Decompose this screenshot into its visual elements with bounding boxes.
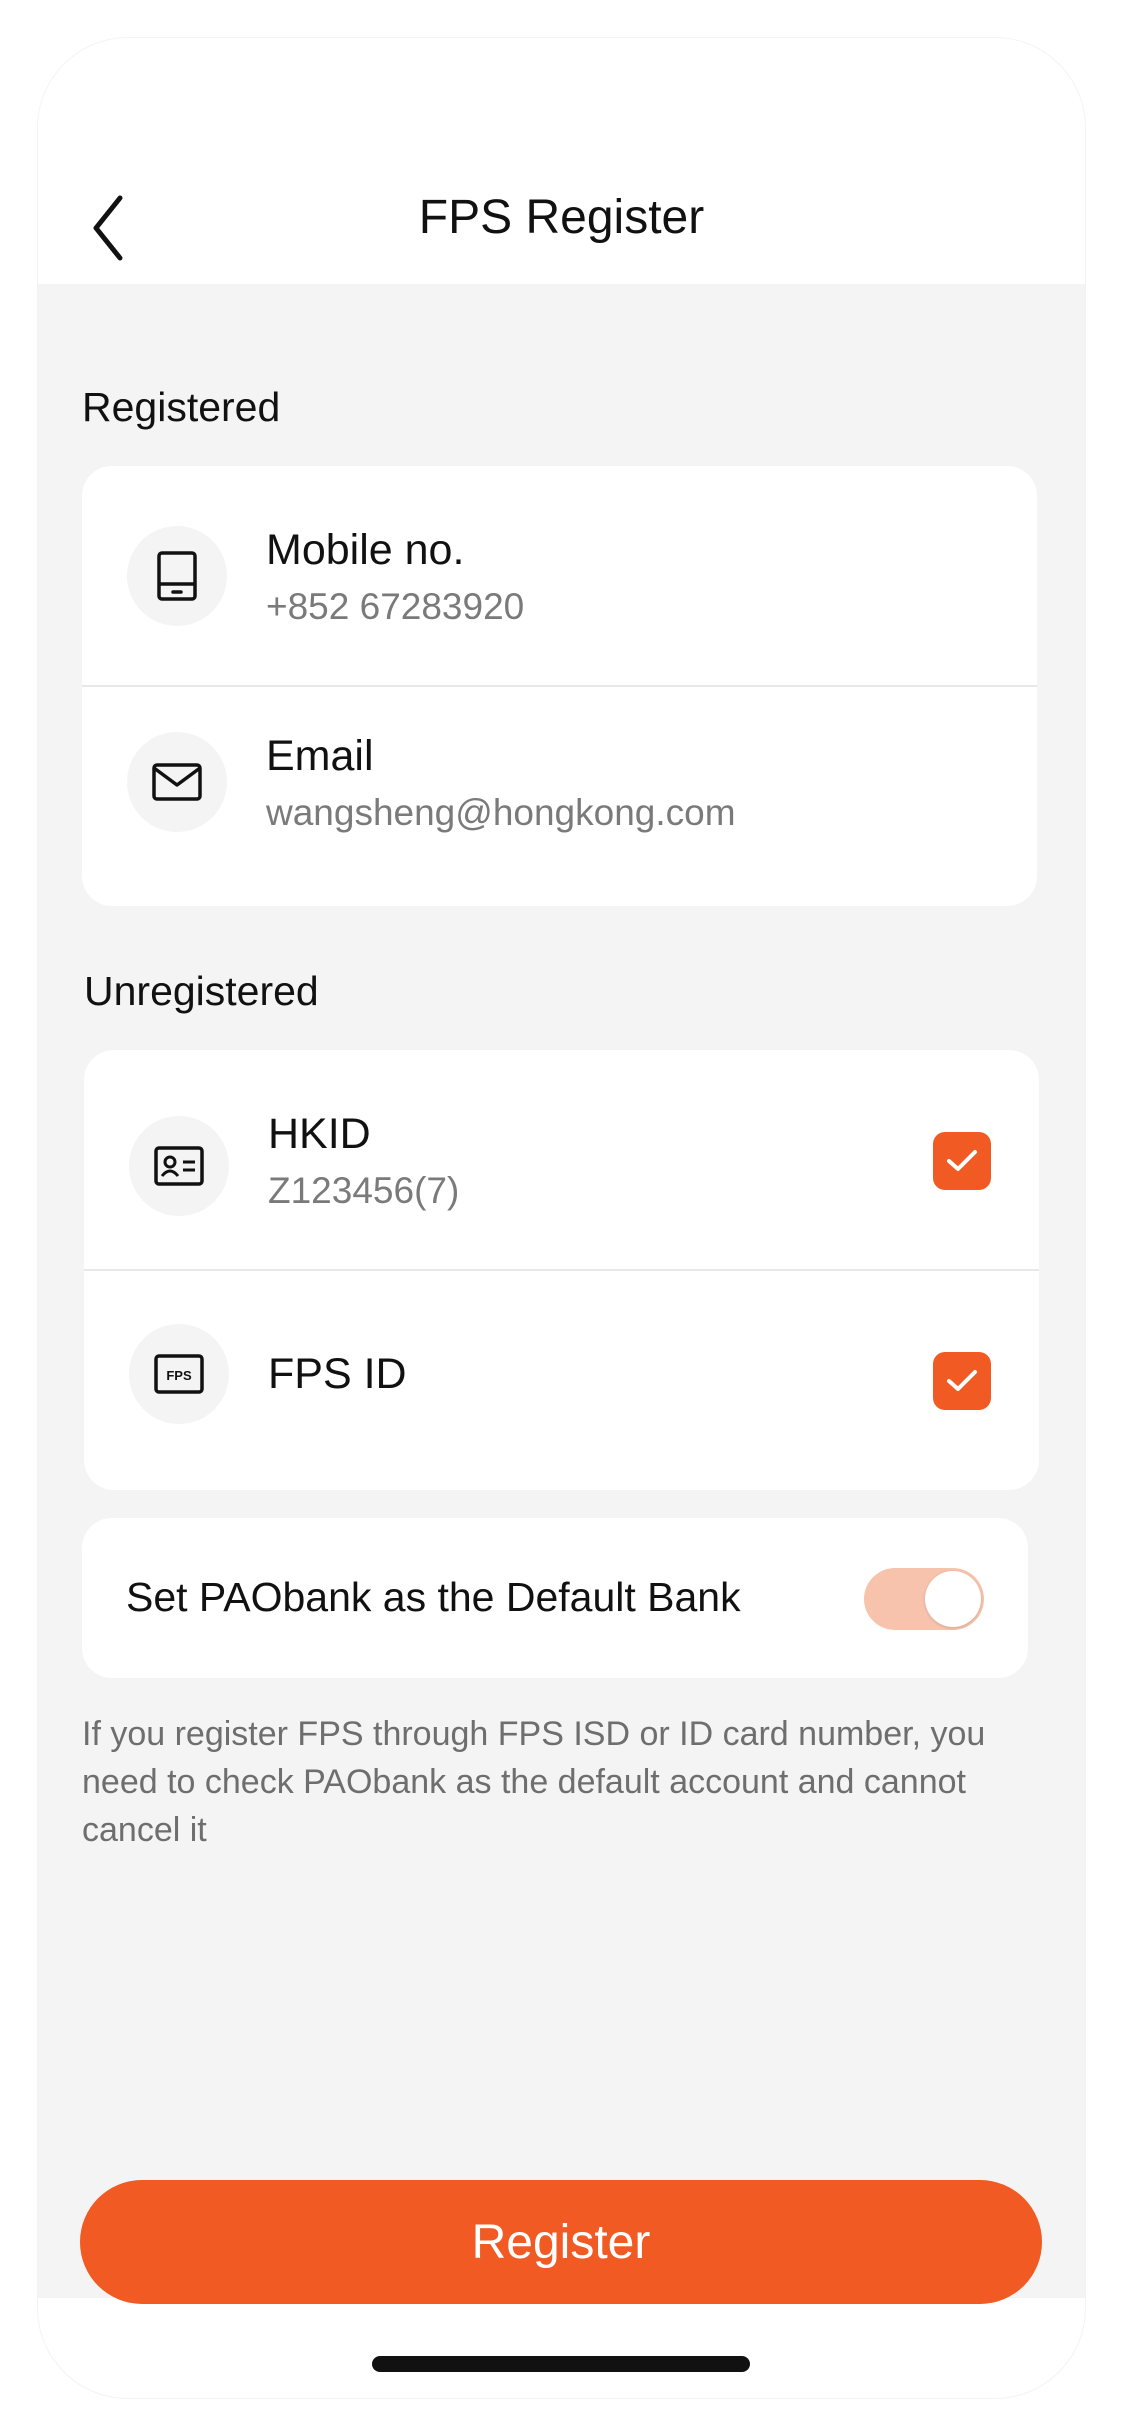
default-bank-card: Set PAObank as the Default Bank	[82, 1518, 1028, 1678]
list-item-email: Email wangsheng@hongkong.com	[82, 686, 1037, 906]
id-card-icon	[129, 1116, 229, 1216]
check-icon	[947, 1370, 977, 1391]
hkid-label: HKID	[268, 1110, 371, 1158]
fps-id-label: FPS ID	[268, 1350, 407, 1398]
mobile-icon	[127, 526, 227, 626]
content-area: Registered Mobile no. +852 67283920 Emai…	[38, 284, 1085, 2298]
home-indicator	[372, 2356, 750, 2372]
hkid-checkbox[interactable]	[933, 1132, 991, 1190]
check-icon	[947, 1150, 977, 1171]
list-item-mobile: Mobile no. +852 67283920	[82, 466, 1037, 686]
unregistered-card: HKID Z123456(7) FPS FPS ID	[84, 1050, 1039, 1490]
unregistered-section-title: Unregistered	[84, 968, 319, 1014]
info-note: If you register FPS through FPS ISD or I…	[82, 1715, 986, 1849]
hkid-value: Z123456(7)	[268, 1170, 460, 1211]
navigation-bar: FPS Register	[38, 38, 1085, 284]
email-value: wangsheng@hongkong.com	[266, 792, 736, 833]
default-bank-label: Set PAObank as the Default Bank	[126, 1574, 741, 1620]
list-item-fps-id: FPS FPS ID	[84, 1270, 1039, 1490]
default-bank-toggle[interactable]	[864, 1568, 984, 1630]
mobile-value: +852 67283920	[266, 586, 525, 627]
email-label: Email	[266, 732, 374, 780]
mail-icon	[127, 732, 227, 832]
fps-icon: FPS	[129, 1324, 229, 1424]
fps-icon-text: FPS	[166, 1368, 192, 1383]
registered-card: Mobile no. +852 67283920 Email wangsheng…	[82, 466, 1037, 906]
fps-id-checkbox[interactable]	[933, 1352, 991, 1410]
phone-screen: FPS Register Registered Mobile no. +852 …	[38, 38, 1085, 2398]
registered-section-title: Registered	[82, 384, 281, 430]
mobile-label: Mobile no.	[266, 526, 465, 574]
register-button[interactable]: Register	[80, 2180, 1042, 2304]
list-item-hkid: HKID Z123456(7)	[84, 1050, 1039, 1270]
page-title: FPS Register	[418, 191, 705, 244]
toggle-knob	[925, 1571, 981, 1627]
